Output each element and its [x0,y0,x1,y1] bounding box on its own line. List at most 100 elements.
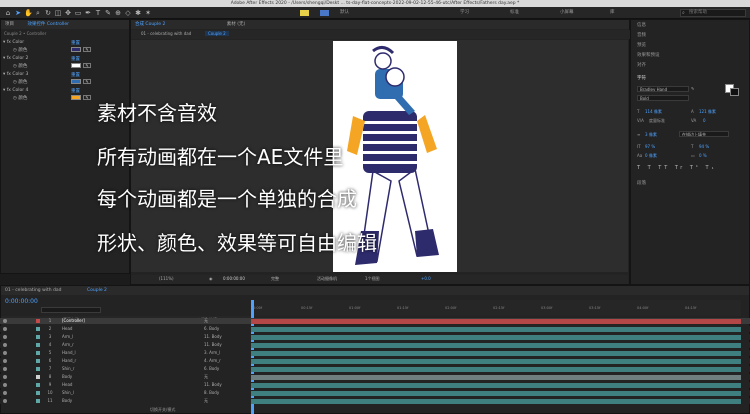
kerning-value[interactable]: 度量标准 [649,118,665,124]
visibility-eye-icon[interactable] [3,343,7,347]
layer-duration-bar[interactable] [251,374,741,380]
tab-timeline-comp-2[interactable]: Couple 2 [87,288,107,293]
visibility-eye-icon[interactable] [3,335,7,339]
breadcrumb-current[interactable]: Couple 2 [205,31,229,36]
reset-link[interactable]: 重置 [71,72,80,78]
expand-triangle-icon[interactable]: ▾ fx [3,40,12,45]
panel-preview[interactable]: 预览 [637,42,646,48]
label-color-swatch[interactable] [36,375,40,379]
current-time-display[interactable]: 0:00:00:00 [223,276,245,281]
layer-parent-dropdown[interactable]: 4. Arm_r [204,358,221,364]
breadcrumb-root[interactable]: 01 - celebrating with dad [141,31,191,36]
rectangle-tool-icon[interactable]: ▭ [74,9,82,17]
baseline-shift-value[interactable]: 0 像素 [645,153,657,159]
timeline-search-input[interactable] [41,307,101,313]
visibility-eye-icon[interactable] [3,367,7,371]
layer-parent-dropdown[interactable]: 6. Body [204,326,219,332]
layer-duration-bar[interactable] [251,342,741,348]
layer-name[interactable]: Arm_l [62,334,73,340]
selection-tool-icon[interactable]: ➤ [14,9,22,17]
label-color-swatch[interactable] [36,359,40,363]
camera-tool-icon[interactable]: ◫ [54,9,62,17]
panel-align[interactable]: 对齐 [637,62,646,68]
layer-duration-bar[interactable] [251,366,741,372]
horizontal-scale-value[interactable]: 94 % [699,144,709,149]
eyedropper-icon[interactable]: ✎ [83,95,91,100]
layer-parent-dropdown[interactable]: 6. Body [204,366,219,372]
layer-duration-bar[interactable] [251,326,741,332]
layer-duration-bar[interactable] [251,358,741,364]
tab-footage[interactable]: 素材 (无) [227,22,245,27]
layer-row[interactable]: 1 [Controller] 无 [0,318,750,324]
reset-link[interactable]: 重置 [71,40,80,46]
layer-parent-dropdown[interactable]: 11. Body [204,382,222,388]
eyedropper-icon[interactable]: ✎ [83,79,91,84]
color-group-2[interactable]: ▾ fx Color 2 [3,56,28,61]
rotate-tool-icon[interactable]: ↻ [44,9,52,17]
layer-parent-dropdown[interactable]: 无 [204,374,208,380]
stroke-color-swatch[interactable] [320,10,329,16]
label-color-swatch[interactable] [36,399,40,403]
color-group-3[interactable]: ▾ fx Color 3 [3,72,28,77]
layer-name[interactable]: Shin_l [62,390,74,396]
layer-name[interactable]: Shin_r [62,366,74,372]
font-style-dropdown[interactable]: Bold [637,95,689,101]
visibility-eye-icon[interactable] [3,319,7,323]
workspace-small-screen[interactable]: 小屏幕 [560,9,574,17]
visibility-eye-icon[interactable] [3,375,7,379]
puppet-tool-icon[interactable]: ✶ [144,9,152,17]
zoom-dropdown[interactable]: (111%) [159,276,174,281]
visibility-eye-icon[interactable] [3,351,7,355]
layer-duration-bar[interactable] [251,398,741,404]
fill-color-swatch[interactable] [300,10,309,16]
eyedropper-icon[interactable]: ✎ [83,63,91,68]
panel-paragraph[interactable]: 段落 [637,180,646,186]
type-tool-icon[interactable]: T [94,9,102,17]
layer-name[interactable]: [Controller] [62,318,85,324]
workspace-learn[interactable]: 学习 [460,9,469,17]
toggle-switches-modes[interactable]: 切换开关/模式 [150,407,175,413]
timeline-current-time[interactable]: 0:00:00:00 [5,298,38,305]
layer-duration-bar[interactable] [251,350,741,356]
layer-parent-dropdown[interactable]: 3. Arm_l [204,350,220,356]
layer-name[interactable]: Hand_r [62,358,76,364]
layer-name[interactable]: Head [62,326,72,332]
layer-parent-dropdown[interactable]: 8. Body [204,390,219,396]
expand-triangle-icon[interactable]: ▾ fx [3,88,12,93]
panel-character[interactable]: 字符 [637,75,646,81]
pan-behind-tool-icon[interactable]: ✥ [64,9,72,17]
workspace-standard[interactable]: 标准 [510,9,519,17]
color-swatch-1[interactable] [71,47,81,52]
layer-row[interactable]: 9 Head 11. Body [0,382,750,388]
layer-parent-dropdown[interactable]: 无 [204,318,208,324]
visibility-eye-icon[interactable] [3,399,7,403]
layer-row[interactable]: 3 Arm_l 11. Body [0,334,750,340]
color-swatch-3[interactable] [71,79,81,84]
layer-row[interactable]: 6 Hand_r 4. Arm_r [0,358,750,364]
label-color-swatch[interactable] [36,367,40,371]
tab-effect-controls[interactable]: 效果控件 Controller [27,22,69,27]
panel-audio[interactable]: 音频 [637,32,646,38]
layer-row[interactable]: 2 Head 6. Body [0,326,750,332]
color-group-1[interactable]: ▾ fx Color [3,40,24,45]
stroke-width-value[interactable]: 3 像素 [645,132,657,138]
layer-name[interactable]: Body [62,374,72,380]
layer-name[interactable]: Head [62,382,72,388]
views-dropdown[interactable]: 1个视图 [365,276,380,282]
home-icon[interactable]: ⌂ [4,9,12,17]
stroke-mode-dropdown[interactable]: 在描边上填充 [679,131,729,137]
reset-link[interactable]: 重置 [71,88,80,94]
camera-dropdown[interactable]: 活动摄像机 [317,276,337,282]
zoom-tool-icon[interactable]: ⌕ [34,9,42,17]
camera-snapshot-icon[interactable]: ◉ [209,276,213,281]
layer-name[interactable]: Arm_r [62,342,74,348]
reset-link[interactable]: 重置 [71,56,80,62]
panel-info[interactable]: 信息 [637,22,646,28]
expand-triangle-icon[interactable]: ▾ fx [3,56,12,61]
layer-row[interactable]: 4 Arm_r 11. Body [0,342,750,348]
help-search-input[interactable]: 搜索帮助 [680,9,746,17]
color-group-4[interactable]: ▾ fx Color 4 [3,88,28,93]
tab-timeline-comp-1[interactable]: 01 - celebrating with dad [5,288,62,293]
clone-tool-icon[interactable]: ⊕ [114,9,122,17]
layer-row[interactable]: 5 Hand_l 3. Arm_l [0,350,750,356]
